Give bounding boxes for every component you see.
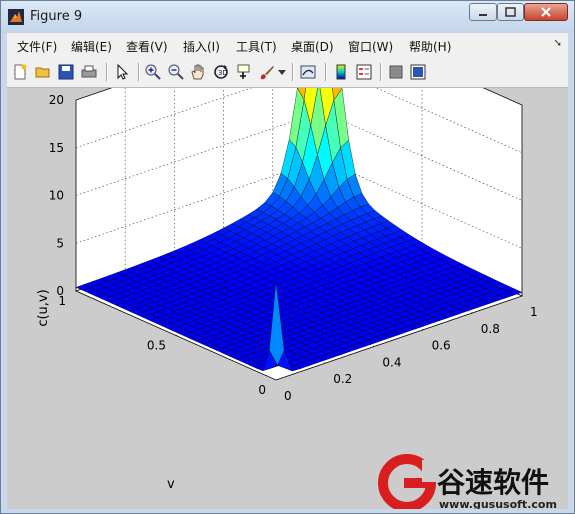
y-tick-label: 1 xyxy=(58,294,66,308)
watermark-brand: 谷速软件 xyxy=(437,466,549,499)
y-axis-label: v xyxy=(167,477,175,492)
hide-plot-tools-icon[interactable] xyxy=(387,63,405,81)
toolbar: 3D xyxy=(7,58,568,88)
legend-icon[interactable] xyxy=(355,63,373,81)
minimize-button[interactable] xyxy=(469,3,497,21)
show-plot-tools-icon[interactable] xyxy=(409,63,427,81)
matlab-icon xyxy=(8,9,24,25)
zoom-out-icon[interactable] xyxy=(167,63,185,81)
close-icon xyxy=(541,7,551,17)
watermark-logo: 谷速软件 www.gususoft.com xyxy=(378,454,557,512)
menu-insert[interactable]: 插入(I) xyxy=(183,38,220,55)
x-tick-label: 0.2 xyxy=(333,372,352,386)
z-axis-label: c(u,v) xyxy=(36,289,51,326)
menu-tools[interactable]: 工具(T) xyxy=(236,38,277,55)
colorbar-icon[interactable] xyxy=(332,63,350,81)
brush-icon[interactable] xyxy=(258,63,276,81)
z-tick-label: 5 xyxy=(56,236,64,250)
watermark-url: www.gususoft.com xyxy=(439,498,557,509)
maximize-button[interactable] xyxy=(497,3,524,21)
x-tick-label: 1 xyxy=(530,305,538,319)
zoom-in-icon[interactable] xyxy=(144,63,162,81)
x-tick-label: 0.6 xyxy=(432,339,451,353)
window-title: Figure 9 xyxy=(30,9,83,24)
open-file-icon[interactable] xyxy=(34,63,52,81)
menu-desktop[interactable]: 桌面(D) xyxy=(291,38,334,55)
link-plot-icon[interactable] xyxy=(299,63,317,81)
data-cursor-icon[interactable] xyxy=(235,63,253,81)
minimize-icon xyxy=(479,14,487,16)
menu-view[interactable]: 查看(V) xyxy=(126,38,168,55)
menu-overflow-icon[interactable]: ➘ xyxy=(554,38,562,49)
svg-text:3D: 3D xyxy=(218,69,228,77)
toolbar-separator xyxy=(106,63,108,81)
print-icon[interactable] xyxy=(80,63,98,81)
toolbar-separator xyxy=(325,63,327,81)
rotate-3d-icon[interactable]: 3D xyxy=(212,63,230,81)
menu-help[interactable]: 帮助(H) xyxy=(409,38,451,55)
x-tick-label: 0 xyxy=(284,389,292,403)
toolbar-separator xyxy=(138,63,140,81)
figure-window: Figure 9 文件(F) 编辑(E) 查看(V) 插入(I) 工具(T) 桌… xyxy=(0,0,575,514)
z-tick-label: 20 xyxy=(49,93,64,107)
figure-area: 0 5 10 15 20 0 0.5 1 0 0.2 0.4 0.6 0.8 1 c(u,v) v 谷速软… xyxy=(7,0,568,512)
chevron-down-icon[interactable] xyxy=(278,70,286,76)
toolbar-separator xyxy=(380,63,382,81)
pan-hand-icon[interactable] xyxy=(189,63,207,81)
x-tick-label: 0.8 xyxy=(481,322,500,336)
menu-edit[interactable]: 编辑(E) xyxy=(71,38,112,55)
z-tick-label: 15 xyxy=(49,141,64,155)
menu-file[interactable]: 文件(F) xyxy=(17,38,57,55)
x-tick-label: 0.4 xyxy=(382,355,401,369)
title-bar[interactable]: Figure 9 xyxy=(1,1,574,33)
window-client: 文件(F) 编辑(E) 查看(V) 插入(I) 工具(T) 桌面(D) 窗口(W… xyxy=(7,0,568,512)
toolbar-separator xyxy=(292,63,294,81)
surface-plot[interactable]: 0510152000.5100.20.40.60.81 c(u,v) v 谷速软… xyxy=(7,0,568,512)
save-icon[interactable] xyxy=(57,63,75,81)
y-tick-label: 0.5 xyxy=(147,339,166,353)
arrow-pointer-icon[interactable] xyxy=(113,63,131,81)
maximize-icon xyxy=(505,7,516,17)
new-figure-icon[interactable] xyxy=(11,63,29,81)
menu-bar: 文件(F) 编辑(E) 查看(V) 插入(I) 工具(T) 桌面(D) 窗口(W… xyxy=(7,33,568,58)
z-tick-label: 10 xyxy=(49,189,64,203)
menu-window[interactable]: 窗口(W) xyxy=(348,38,393,55)
close-button[interactable] xyxy=(524,3,568,21)
y-tick-label: 0 xyxy=(258,383,266,397)
